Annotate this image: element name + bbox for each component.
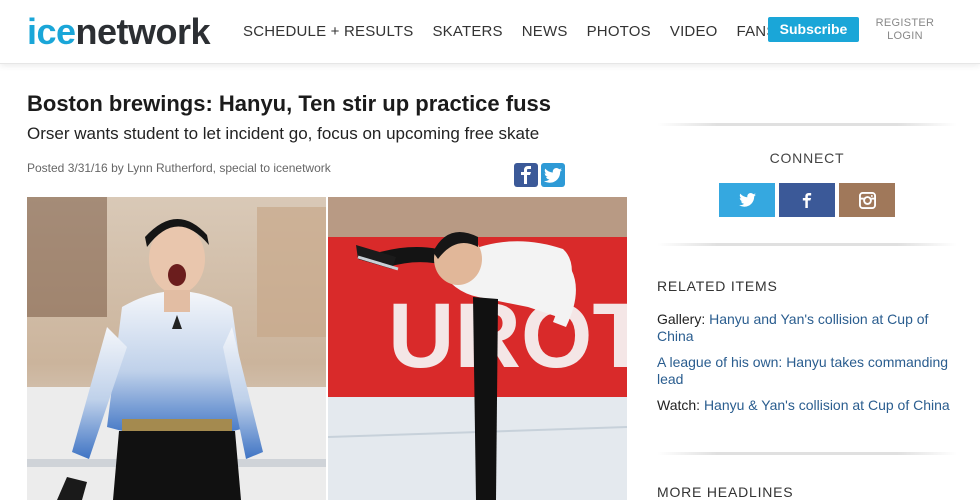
main-nav: SCHEDULE + RESULTS SKATERS NEWS PHOTOS V…: [243, 22, 796, 42]
facebook-icon: [802, 192, 812, 208]
skater-hanyu-image: [27, 197, 326, 500]
article-headline: Boston brewings: Hanyu, Ten stir up prac…: [27, 91, 552, 116]
connect-instagram-button[interactable]: [839, 183, 895, 217]
facebook-icon: [521, 166, 531, 184]
related-item[interactable]: Gallery: Hanyu and Yan's collision at Cu…: [657, 311, 957, 345]
related-items-heading: RELATED ITEMS: [657, 278, 778, 294]
related-item-link[interactable]: Hanyu & Yan's collision at Cup of China: [704, 397, 950, 413]
related-item[interactable]: A league of his own: Hanyu takes command…: [657, 354, 957, 388]
nav-skaters[interactable]: SKATERS: [432, 22, 502, 42]
sidebar-divider-middle: [657, 243, 957, 246]
logo-ice: ice: [27, 11, 76, 52]
instagram-icon: [858, 191, 876, 209]
site-logo[interactable]: icenetwork: [27, 10, 211, 54]
skater-ten-image: UROT: [328, 197, 627, 500]
connect-facebook-button[interactable]: [779, 183, 835, 217]
share-twitter-button[interactable]: [541, 163, 565, 187]
nav-news[interactable]: NEWS: [522, 22, 568, 42]
sidebar-divider-top: [657, 123, 957, 126]
nav-video[interactable]: VIDEO: [670, 22, 718, 42]
article-byline: Posted 3/31/16 by Lynn Rutherford, speci…: [27, 161, 331, 175]
site-header: icenetwork SCHEDULE + RESULTS SKATERS NE…: [0, 0, 980, 64]
logo-network: network: [75, 11, 211, 52]
photo-hanyu: [27, 197, 326, 500]
share-facebook-button[interactable]: [514, 163, 538, 187]
related-item-prefix: Watch:: [657, 397, 704, 413]
twitter-icon: [738, 193, 756, 207]
account-links: REGISTER LOGIN: [872, 17, 938, 43]
subscribe-button[interactable]: Subscribe: [768, 17, 859, 42]
photo-ten: UROT: [328, 197, 627, 500]
related-item[interactable]: Watch: Hanyu & Yan's collision at Cup of…: [657, 397, 957, 414]
more-headlines-heading: MORE HEADLINES: [657, 484, 794, 500]
share-buttons: [514, 163, 565, 187]
related-item-prefix: Gallery:: [657, 311, 710, 327]
register-link[interactable]: REGISTER: [872, 17, 938, 30]
article-subhead: Orser wants student to let incident go, …: [27, 124, 540, 143]
connect-heading: CONNECT: [769, 150, 845, 166]
related-item-link[interactable]: A league of his own: Hanyu takes command…: [657, 354, 948, 387]
nav-schedule-results[interactable]: SCHEDULE + RESULTS: [243, 22, 413, 42]
twitter-icon: [544, 167, 562, 183]
connect-twitter-button[interactable]: [719, 183, 775, 217]
sidebar-divider-bottom: [657, 452, 957, 455]
login-link[interactable]: LOGIN: [872, 30, 938, 43]
nav-photos[interactable]: PHOTOS: [587, 22, 651, 42]
